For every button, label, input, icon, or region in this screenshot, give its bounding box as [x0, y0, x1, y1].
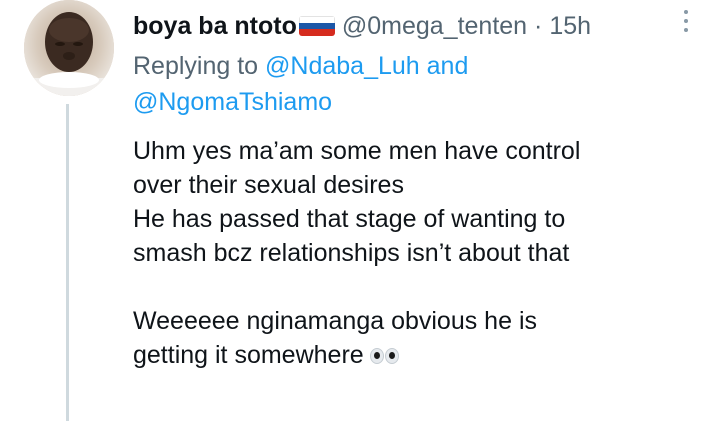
tweet-text-line: Uhm yes ma’am some men have control — [133, 137, 581, 165]
separator: · — [534, 12, 543, 40]
tweet-header: boya ba ntoto @0mega_tenten · 15h — [133, 8, 678, 44]
avatar-image — [24, 0, 114, 96]
display-name[interactable]: boya ba ntoto — [133, 12, 297, 40]
russia-flag-icon — [298, 16, 335, 36]
tweet-text-last-line: getting it somewhere — [133, 338, 693, 372]
handle[interactable]: @0mega_tenten — [342, 12, 527, 40]
timestamp[interactable]: 15h — [549, 12, 591, 40]
tweet-text-line: smash bcz relationships isn’t about that — [133, 239, 570, 267]
eyes-emoji — [368, 346, 400, 364]
more-options-icon[interactable] — [682, 10, 690, 38]
tweet-text-line: He has passed that stage of wanting to — [133, 205, 566, 233]
tweet-text-line: over their sexual desires — [133, 171, 404, 199]
tweet[interactable]: boya ba ntoto @0mega_tenten · 15h Replyi… — [0, 0, 708, 421]
thread-line — [66, 104, 69, 421]
tweet-text: Uhm yes ma’am some men have control over… — [133, 134, 693, 372]
tweet-text-line: Weeeeee nginamanga obvious he is — [133, 307, 537, 335]
paragraph-break — [133, 270, 693, 304]
tweet-text-line: getting it somewhere — [133, 341, 364, 369]
mention-joiner[interactable]: and — [420, 52, 469, 80]
mention-link[interactable]: @Ndaba_Luh — [265, 52, 420, 80]
replying-prefix: Replying to — [133, 52, 266, 80]
mention-link[interactable]: @NgomaTshiamo — [133, 88, 332, 116]
replying-to: Replying to @Ndaba_Luh and @NgomaTshiamo — [133, 48, 693, 120]
avatar[interactable] — [24, 0, 114, 96]
